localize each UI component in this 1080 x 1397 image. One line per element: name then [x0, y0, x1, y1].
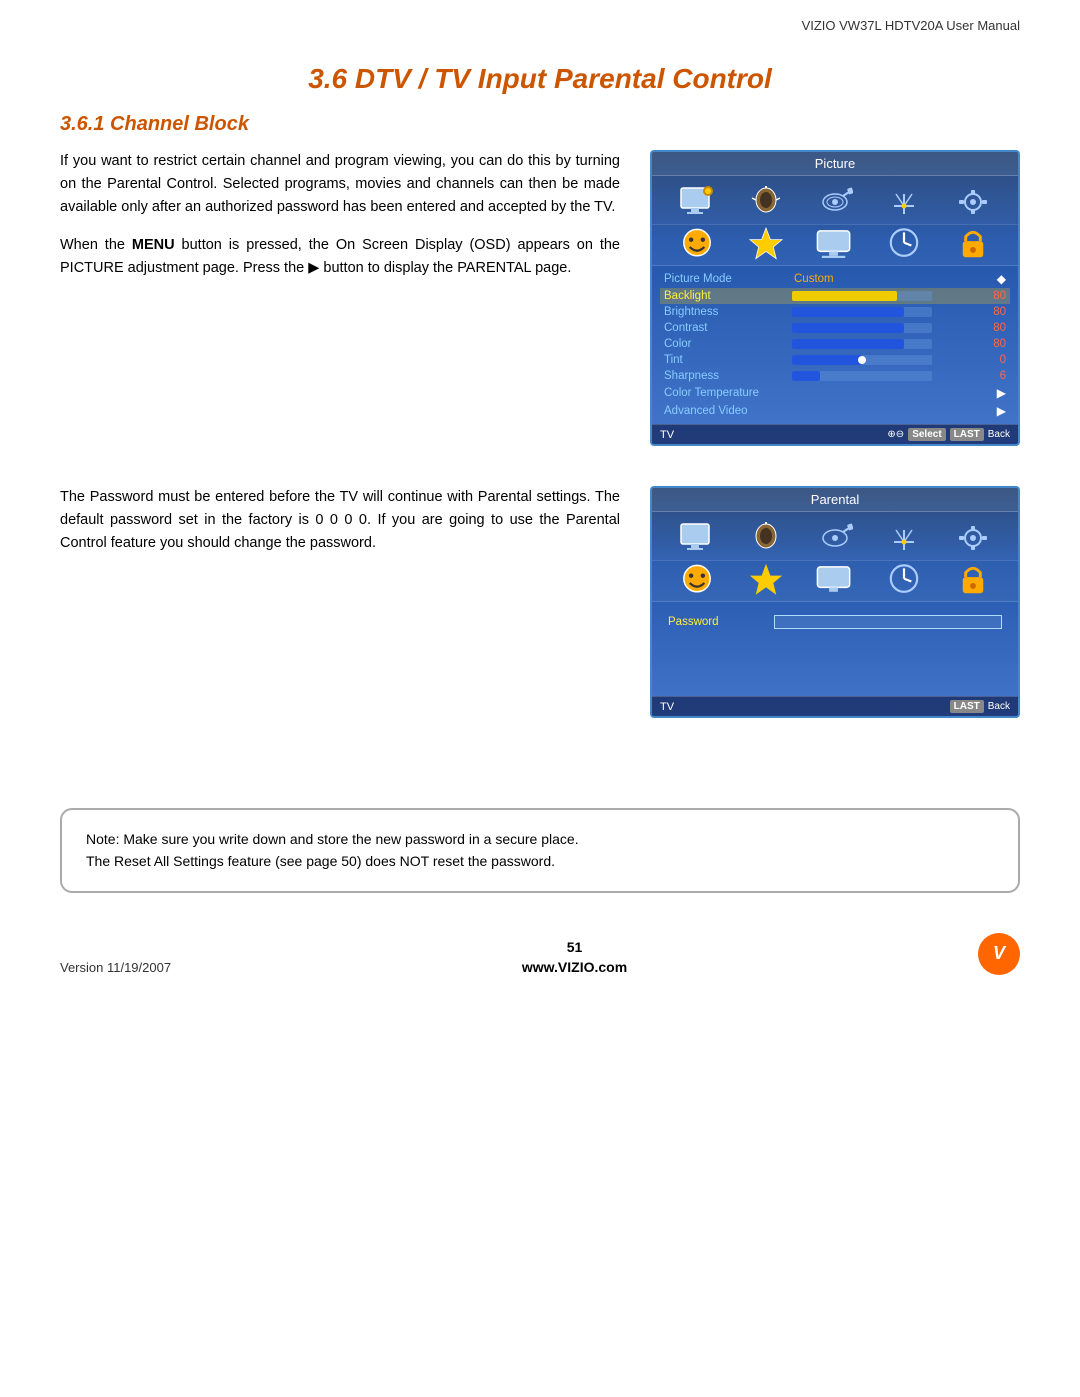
osd1-row-advvideo: Advanced Video ▶	[660, 402, 1010, 420]
icon-camera	[744, 184, 788, 220]
osd1-row-brightness: Brightness 80	[660, 304, 1010, 320]
note-line2: The Reset All Settings feature (see page…	[86, 850, 994, 872]
icon-smile	[675, 229, 719, 257]
osd1-footer: TV ⊕⊖ Select LAST Back	[652, 424, 1018, 444]
osd1-icons-row2	[652, 225, 1018, 266]
main-title: 3.6 DTV / TV Input Parental Control	[60, 63, 1020, 95]
osd2-icons-row1	[652, 512, 1018, 561]
icon-star	[744, 229, 788, 257]
footer-logo-area: V	[978, 933, 1020, 975]
osd1-screen: Picture	[650, 150, 1020, 446]
osd2-icon-smile	[675, 565, 719, 593]
osd1-title: Picture	[652, 152, 1018, 176]
osd2-container: Parental	[650, 486, 1020, 718]
icon-settings	[951, 184, 995, 220]
osd2-password-input	[774, 615, 1002, 629]
section2-text: The Password must be entered before the …	[60, 486, 620, 718]
osd1-row-colortemp: Color Temperature ▶	[660, 384, 1010, 402]
icon-clock	[882, 229, 926, 257]
footer-version: Version 11/19/2007	[60, 960, 171, 975]
manual-title: VIZIO VW37L HDTV20A User Manual	[802, 18, 1020, 33]
osd2-icon-monitor	[675, 520, 719, 556]
note-line1: Note: Make sure you write down and store…	[86, 828, 994, 850]
section1-para2: When the MENU button is pressed, the On …	[60, 234, 620, 280]
osd2-icon-camera	[744, 520, 788, 556]
icon-tv	[813, 229, 857, 257]
osd2-icon-antenna	[882, 520, 926, 556]
icon-picture	[675, 184, 719, 220]
vizio-logo: V	[978, 933, 1020, 975]
osd2-icon-tv	[813, 565, 857, 593]
page-header: VIZIO VW37L HDTV20A User Manual	[0, 0, 1080, 33]
osd2-footer: TV LAST Back	[652, 696, 1018, 716]
osd2-icon-settings	[951, 520, 995, 556]
osd1-row-mode: Picture Mode Custom ◆	[660, 270, 1010, 288]
section1-text: If you want to restrict certain channel …	[60, 150, 620, 446]
osd1-row-color: Color 80	[660, 336, 1010, 352]
osd2-icon-star	[744, 565, 788, 593]
osd2-icon-satellite	[813, 520, 857, 556]
section-title: 3.6.1 Channel Block	[60, 113, 1020, 136]
section2-para1: The Password must be entered before the …	[60, 486, 620, 556]
icon-satellite	[813, 184, 857, 220]
note-box: Note: Make sure you write down and store…	[60, 808, 1020, 893]
section1-layout: If you want to restrict certain channel …	[60, 150, 1020, 446]
osd2-icon-clock	[882, 565, 926, 593]
osd2-icon-lock	[951, 565, 995, 593]
osd1-menu: Picture Mode Custom ◆ Backlight 80	[652, 266, 1018, 424]
section2: The Password must be entered before the …	[60, 486, 1020, 718]
osd2-screen: Parental	[650, 486, 1020, 718]
osd2-title: Parental	[652, 488, 1018, 512]
page-content: 3.6 DTV / TV Input Parental Control 3.6.…	[0, 33, 1080, 778]
section1-para1: If you want to restrict certain channel …	[60, 150, 620, 220]
footer-page: 51 www.VIZIO.com	[171, 939, 978, 975]
osd1-row-contrast: Contrast 80	[660, 320, 1010, 336]
icon-antenna	[882, 184, 926, 220]
osd1-container: Picture	[650, 150, 1020, 446]
osd2-icons-row2	[652, 561, 1018, 602]
section2-layout: The Password must be entered before the …	[60, 486, 1020, 718]
osd1-row-tint: Tint 0	[660, 352, 1010, 368]
osd2-password-row: Password	[652, 602, 1018, 636]
icon-lock	[951, 229, 995, 257]
osd1-row-backlight: Backlight 80	[660, 288, 1010, 304]
page-footer: Version 11/19/2007 51 www.VIZIO.com V	[0, 923, 1080, 995]
osd1-row-sharpness: Sharpness 6	[660, 368, 1010, 384]
osd1-icons-row1	[652, 176, 1018, 225]
